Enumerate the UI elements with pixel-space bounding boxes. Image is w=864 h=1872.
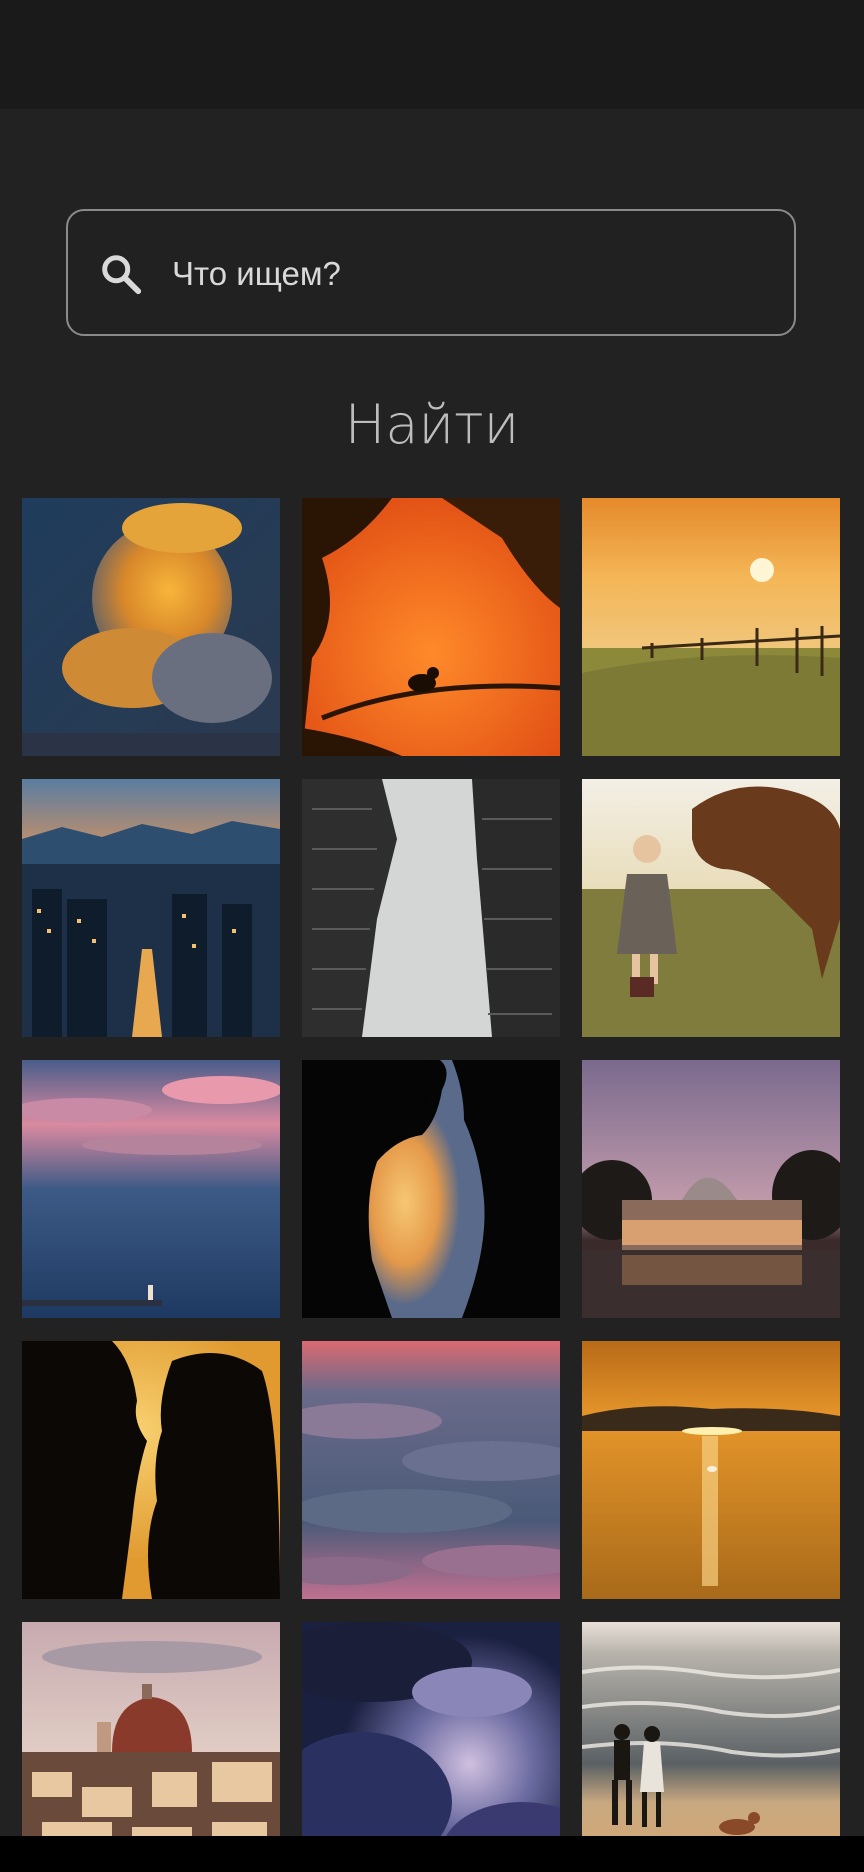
photo-tile[interactable] [302, 1622, 560, 1836]
photo-skyscrapers [302, 779, 560, 1037]
photo-tile[interactable] [22, 779, 280, 1037]
navigation-bar [0, 1836, 864, 1872]
photo-tile[interactable] [22, 1060, 280, 1318]
search-box[interactable] [66, 209, 796, 336]
search-input[interactable] [172, 245, 752, 303]
photo-city-skyline [22, 779, 280, 1037]
photo-tile[interactable] [302, 1341, 560, 1599]
photo-tile[interactable] [302, 1060, 560, 1318]
photo-florence-cathedral [22, 1622, 280, 1836]
status-bar [0, 0, 864, 109]
photo-glass-palace [582, 1060, 840, 1318]
find-button[interactable]: Найти [0, 390, 864, 460]
photo-girl-with-horse [582, 779, 840, 1037]
search-icon [102, 255, 142, 295]
photo-sunset-field [582, 498, 840, 756]
photo-sunset-cumulus-cloud [22, 498, 280, 756]
photo-tile[interactable] [22, 498, 280, 756]
photo-tile[interactable] [582, 1341, 840, 1599]
photo-tile[interactable] [22, 1341, 280, 1599]
photo-beach-couple-dog [582, 1622, 840, 1836]
photo-tile[interactable] [302, 779, 560, 1037]
photo-tile[interactable] [582, 1622, 840, 1836]
photo-tile[interactable] [582, 779, 840, 1037]
photo-golden-water [582, 1341, 840, 1599]
photo-tile[interactable] [302, 498, 560, 756]
photo-tile[interactable] [582, 498, 840, 756]
photo-pink-clouds-sea [22, 1060, 280, 1318]
photo-grid [22, 498, 842, 1836]
photo-tile[interactable] [22, 1622, 280, 1836]
photo-sea-of-clouds [302, 1341, 560, 1599]
photo-couple-sunset [22, 1341, 280, 1599]
photo-bird-on-branch [302, 498, 560, 756]
photo-tile[interactable] [582, 1060, 840, 1318]
photo-couple-silhouette [302, 1060, 560, 1318]
photo-storm-clouds [302, 1622, 560, 1836]
